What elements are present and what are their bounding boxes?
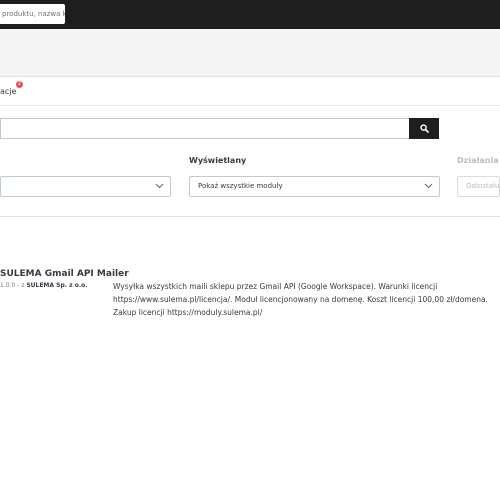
module-name[interactable]: SULEMA Gmail API Mailer <box>0 269 129 279</box>
page-header <box>0 29 500 77</box>
tab-notifications[interactable]: acje <box>0 87 16 96</box>
top-navbar <box>0 0 500 29</box>
section-divider <box>0 216 500 217</box>
module-version: 1.0.0 - z <box>0 282 27 289</box>
chevron-down-icon <box>155 183 164 189</box>
global-search-input[interactable] <box>0 4 65 24</box>
displayed-select-value: Pokaż wszystkie moduły <box>198 182 283 190</box>
bulk-actions-label: Działania m <box>457 156 500 165</box>
displayed-select[interactable]: Pokaż wszystkie moduły <box>189 176 440 197</box>
displayed-filter-label: Wyświetlany <box>189 156 247 165</box>
module-tabs: acje <box>0 77 500 106</box>
chevron-down-icon <box>424 183 433 189</box>
module-author: SULEMA Sp. z o.o. <box>26 282 88 289</box>
category-select[interactable] <box>0 176 171 197</box>
search-button[interactable] <box>409 118 439 139</box>
bulk-actions-select[interactable]: Odinstalu <box>457 176 500 197</box>
module-meta: 1.0.0 - z SULEMA Sp. z o.o. <box>0 282 88 289</box>
notification-badge: 2 <box>16 81 23 88</box>
module-search-input[interactable] <box>0 118 410 139</box>
module-description: Wysyłka wszystkich maili sklepu przez Gm… <box>113 282 488 317</box>
bulk-actions-value: Odinstalu <box>466 182 500 190</box>
search-icon <box>419 124 429 133</box>
